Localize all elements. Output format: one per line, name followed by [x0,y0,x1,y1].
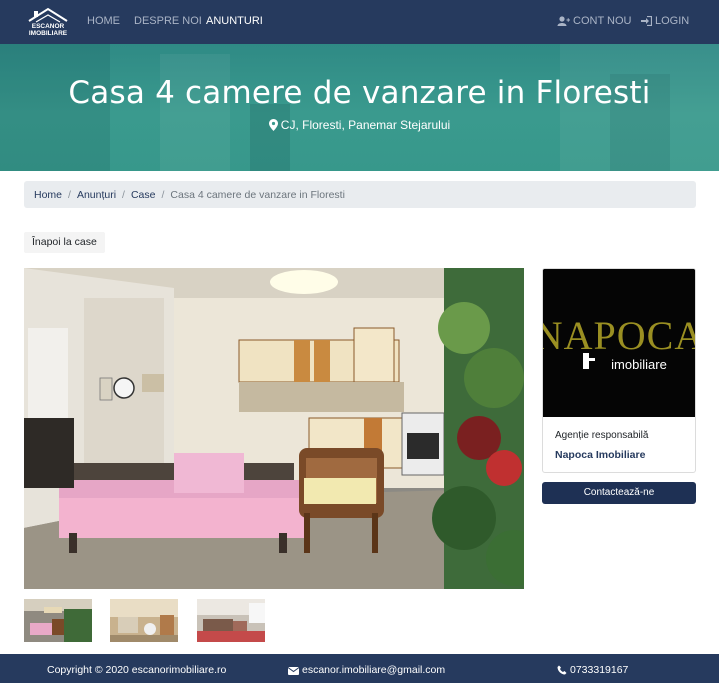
thumbnail-3[interactable] [197,599,265,642]
user-plus-icon [557,16,570,26]
thumbnail-1[interactable] [24,599,92,642]
footer-copyright: Copyright © 2020 escanorimobiliare.ro [47,664,227,676]
nav-about-link[interactable]: DESPRE NOI [134,15,202,27]
logo[interactable]: ESCANOR IMOBILIARE [25,7,71,37]
agency-card: NAPOCA imobiliare Agenție responsabilă N… [542,268,696,473]
logo-line2: IMOBILIARE [28,29,68,37]
phone-icon [557,665,567,675]
nav-login-link[interactable]: LOGIN [641,15,689,27]
breadcrumb-home[interactable]: Home [34,189,62,201]
napoca-logo-image: NAPOCA imobiliare [543,269,695,417]
agency-responsible-label: Agenție responsabilă [555,430,649,441]
agency-logo[interactable]: NAPOCA imobiliare [543,269,695,417]
envelope-icon [288,666,299,675]
thumbnail-image [197,599,265,642]
thumbnail-image [24,599,92,642]
nav-home-link[interactable]: HOME [87,15,120,27]
main-property-photo[interactable] [24,268,524,589]
breadcrumb-separator: / [68,188,71,201]
breadcrumb-ads[interactable]: Anunțuri [77,189,116,201]
breadcrumb: Home / Anunțuri / Case / Casa 4 camere d… [24,181,696,208]
thumbnail-2[interactable] [110,599,178,642]
footer-email-text: escanor.imobiliare@gmail.com [302,664,446,676]
map-marker-icon [268,119,278,131]
breadcrumb-current: Casa 4 camere de vanzare in Floresti [170,188,345,201]
nav-ads-link[interactable]: ANUNTURI [206,15,263,27]
property-location: CJ, Floresti, Panemar Stejarului [0,118,719,132]
agency-logo-subtext: imobiliare [611,357,667,372]
footer-email[interactable]: escanor.imobiliare@gmail.com [288,664,445,676]
nav-account-link[interactable]: CONT NOU [557,15,631,27]
nav-login-label: LOGIN [655,15,690,27]
contact-button[interactable]: Contactează-ne [542,482,696,504]
page-title: Casa 4 camere de vanzare in Floresti [68,75,651,111]
back-to-houses-button[interactable]: Înapoi la case [24,232,105,253]
footer-phone-text: 0733319167 [570,664,629,676]
sign-in-icon [641,16,652,26]
nav-account-label: CONT NOU [573,15,632,27]
footer: Copyright © 2020 escanorimobiliare.ro es… [0,654,719,683]
location-text: CJ, Floresti, Panemar Stejarului [280,118,451,132]
hero-banner: Casa 4 camere de vanzare in Floresti CJ,… [0,44,719,171]
agency-name-link[interactable]: Napoca Imobiliare [555,449,645,461]
breadcrumb-separator: / [122,188,125,201]
breadcrumb-separator: / [161,188,165,201]
navbar: ESCANOR IMOBILIARE HOME DESPRE NOI ANUNT… [0,0,719,44]
agency-logo-text: NAPOCA [543,313,695,358]
thumbnail-image [110,599,178,642]
footer-phone[interactable]: 0733319167 [557,664,628,676]
logo-text: ESCANOR IMOBILIARE [25,23,71,37]
breadcrumb-houses[interactable]: Case [131,189,156,201]
living-room-image [24,268,524,589]
